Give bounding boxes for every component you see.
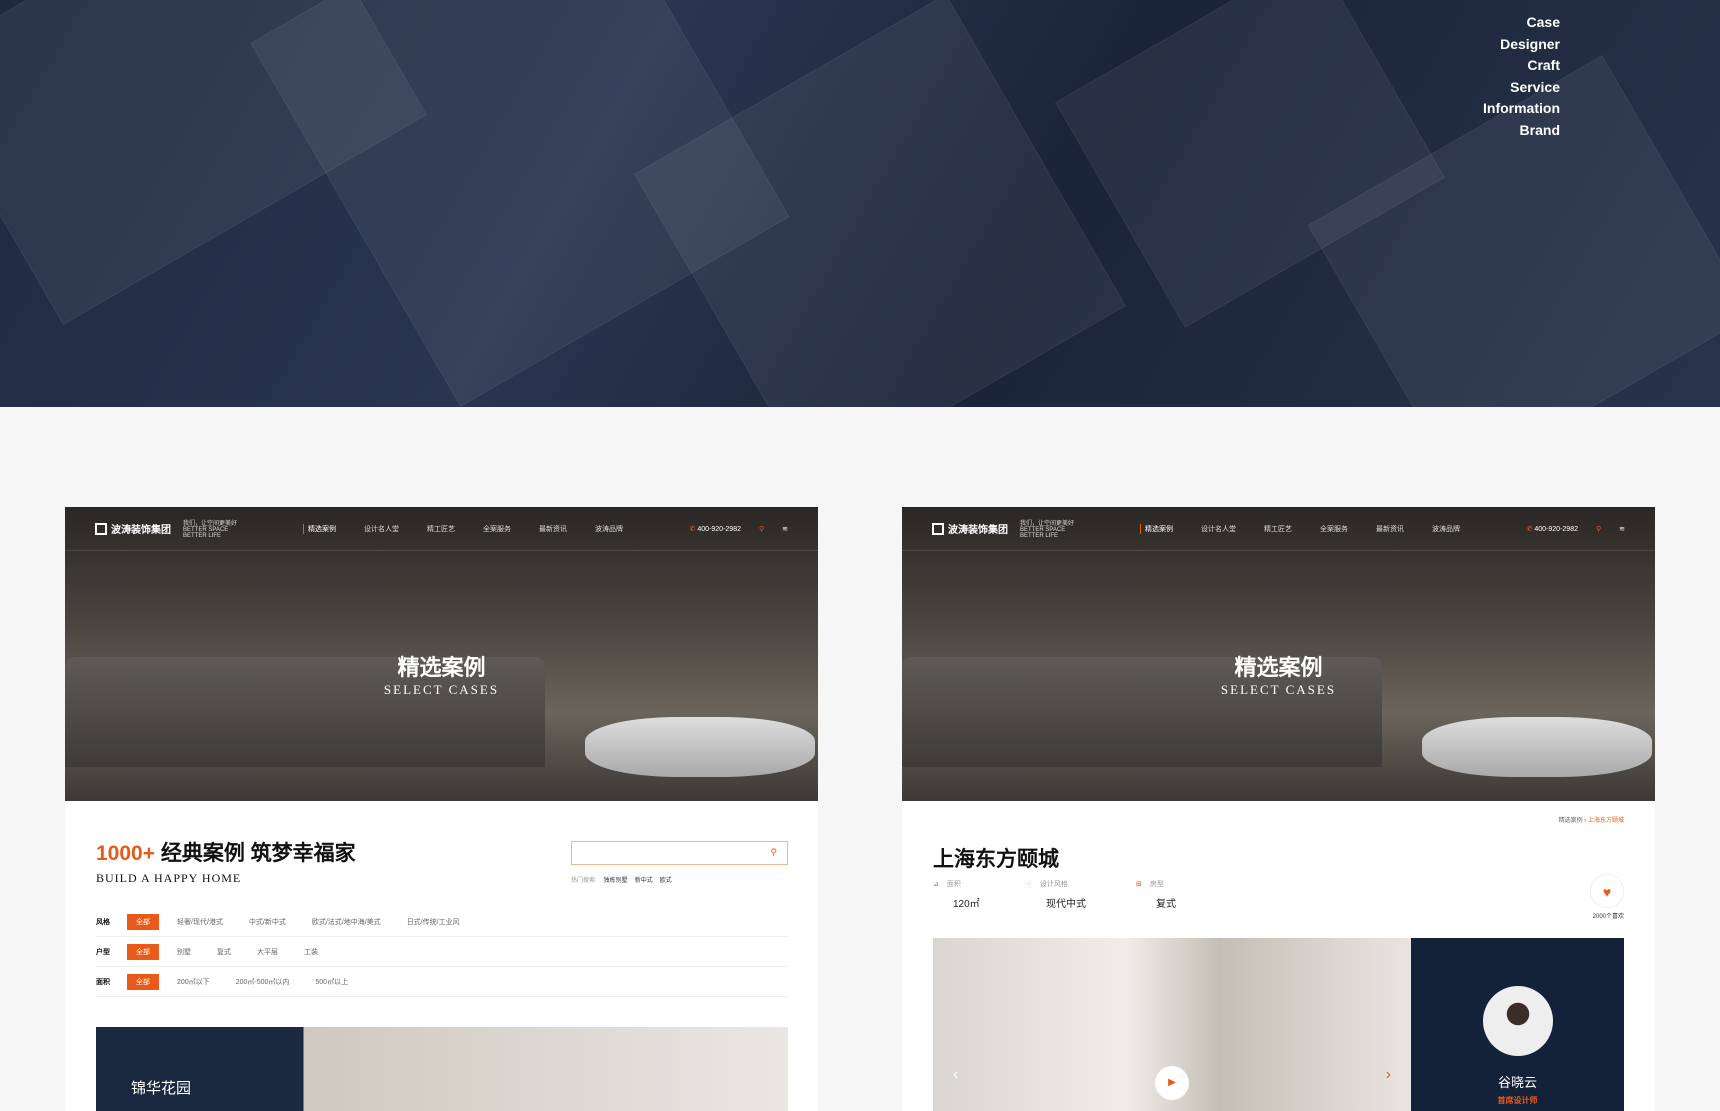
logo[interactable]: 波涛装饰集团 bbox=[95, 521, 171, 536]
filter-option[interactable]: 500㎡以上 bbox=[315, 977, 348, 987]
case-list-mockup: 精选案例 SELECT CASES 波涛装饰集团 我们，让空间更美好 BETTER… bbox=[65, 507, 818, 1111]
main-nav: 精选案例 设计名人堂 精工匠艺 全案服务 最新资讯 波涛品牌 bbox=[303, 523, 623, 534]
nav-item[interactable]: 精工匠艺 bbox=[427, 524, 455, 534]
menu-item[interactable]: Brand bbox=[1483, 120, 1560, 142]
style-icon: ⁘ bbox=[1026, 881, 1032, 888]
hot-tag[interactable]: 独栋别墅 bbox=[604, 875, 628, 884]
menu-item[interactable]: Information bbox=[1483, 98, 1560, 120]
filter-option[interactable]: 轻奢/现代/港式 bbox=[177, 917, 223, 927]
search-input[interactable]: ⚲ bbox=[571, 841, 788, 865]
nav-item[interactable]: 波涛品牌 bbox=[1432, 524, 1460, 534]
case-card[interactable]: 锦华花园 bbox=[96, 1027, 788, 1111]
designer-role: 首席设计师 bbox=[1497, 1096, 1538, 1105]
designer-panel: 谷晓云 首席设计师 bbox=[1411, 938, 1624, 1111]
hero-subtitle: SELECT CASES bbox=[383, 682, 500, 697]
logo[interactable]: 波涛装饰集团 bbox=[932, 521, 1008, 536]
phone-icon: ✆ bbox=[1526, 525, 1533, 533]
hot-tag[interactable]: 新中式 bbox=[635, 875, 653, 884]
nav-item[interactable]: 设计名人堂 bbox=[364, 524, 399, 534]
filter-option[interactable]: 200㎡以下 bbox=[177, 977, 210, 987]
search-icon[interactable]: ⚲ bbox=[770, 847, 777, 858]
filter-all[interactable]: 全部 bbox=[127, 913, 159, 930]
phone: ✆ 400-920-2982 bbox=[1526, 525, 1578, 533]
filter-option[interactable]: 复式 bbox=[217, 947, 231, 957]
phone-icon: ✆ bbox=[689, 525, 696, 533]
menu-item[interactable]: Case bbox=[1483, 12, 1560, 34]
case-name: 锦华花园 bbox=[131, 1080, 192, 1097]
search-icon[interactable]: ⚲ bbox=[759, 525, 764, 533]
menu-item[interactable]: Service bbox=[1483, 77, 1560, 99]
nav-item[interactable]: 精选案例 bbox=[1140, 523, 1173, 534]
site-header: 波涛装饰集团 我们，让空间更美好 BETTER SPACE BETTER LIFE… bbox=[65, 507, 818, 551]
hero-image: 精选案例 SELECT CASES bbox=[902, 507, 1655, 801]
chevron-right-icon[interactable]: › bbox=[1386, 1066, 1391, 1084]
menu-item[interactable]: Designer bbox=[1483, 34, 1560, 56]
hero-title: 精选案例 bbox=[1234, 655, 1323, 680]
headline-english: BUILD A HAPPY HOME bbox=[96, 871, 242, 885]
area-icon: ⊿ bbox=[933, 881, 939, 888]
filter-all[interactable]: 全部 bbox=[127, 973, 159, 990]
play-button[interactable]: ▶ bbox=[1155, 1066, 1189, 1100]
like-count: 2000个喜欢 bbox=[1592, 914, 1624, 920]
breadcrumb: 精选案例 › 上海东方颐城 bbox=[1558, 818, 1624, 824]
filter-layout: 户型 全部 别墅 复式 大平层 工装 bbox=[96, 937, 788, 967]
filter-option[interactable]: 欧式/法式/地中海/美式 bbox=[312, 917, 381, 927]
hero-image: 精选案例 SELECT CASES bbox=[65, 507, 818, 801]
hero-subtitle: SELECT CASES bbox=[1220, 682, 1337, 697]
designer-name: 谷晓云 bbox=[1497, 1075, 1537, 1090]
menu-icon[interactable]: ≋ bbox=[782, 525, 788, 533]
avatar[interactable] bbox=[1482, 986, 1553, 1056]
nav-item[interactable]: 波涛品牌 bbox=[595, 524, 623, 534]
menu-item[interactable]: Craft bbox=[1483, 55, 1560, 77]
gallery: ‹ ▶ › bbox=[933, 938, 1411, 1111]
filter-option[interactable]: 工装 bbox=[304, 947, 318, 957]
headline: 1000+ 经典案例 筑梦幸福家 bbox=[96, 842, 356, 865]
hot-searches: 热门搜索: 独栋别墅 新中式 欧式 bbox=[571, 875, 672, 884]
filter-area: 面积 全部 200㎡以下 200㎡-500㎡以内 500㎡以上 bbox=[96, 967, 788, 997]
filter-option[interactable]: 200㎡-500㎡以内 bbox=[236, 977, 290, 987]
filter-style: 风格 全部 轻奢/现代/港式 中式/新中式 欧式/法式/地中海/美式 日式/传统/工业风 bbox=[96, 907, 788, 937]
nav-item[interactable]: 最新资讯 bbox=[539, 524, 567, 534]
nav-item[interactable]: 全案服务 bbox=[1320, 524, 1348, 534]
nav-item[interactable]: 设计名人堂 bbox=[1201, 524, 1236, 534]
nav-item[interactable]: 精选案例 bbox=[303, 523, 336, 534]
main-nav: 精选案例 设计名人堂 精工匠艺 全案服务 最新资讯 波涛品牌 bbox=[1140, 523, 1460, 534]
phone: ✆ 400-920-2982 bbox=[689, 525, 741, 533]
meta-style: ⁘ 设计风格 现代中式 bbox=[1026, 881, 1086, 910]
filter-option[interactable]: 中式/新中式 bbox=[249, 917, 286, 927]
menu-icon[interactable]: ≋ bbox=[1619, 525, 1625, 533]
meta-layout: ⊞ 房型 复式 bbox=[1136, 881, 1176, 910]
floorplan-icon: ⊞ bbox=[1136, 881, 1142, 888]
heart-icon: ♥ bbox=[1602, 884, 1612, 900]
slogan: 我们，让空间更美好 BETTER SPACE BETTER LIFE bbox=[1020, 521, 1075, 539]
chevron-left-icon[interactable]: ‹ bbox=[953, 1066, 958, 1084]
nav-item[interactable]: 精工匠艺 bbox=[1264, 524, 1292, 534]
case-detail-mockup: 精选案例 SELECT CASES 波涛装饰集团 我们，让空间更美好 BETTER… bbox=[902, 507, 1655, 1111]
hero-title: 精选案例 bbox=[397, 655, 486, 680]
nav-item[interactable]: 最新资讯 bbox=[1376, 524, 1404, 534]
slogan: 我们，让空间更美好 BETTER SPACE BETTER LIFE bbox=[183, 521, 238, 539]
page-title: 上海东方颐城 bbox=[933, 848, 1059, 871]
nav-item[interactable]: 全案服务 bbox=[483, 524, 511, 534]
filter-option[interactable]: 别墅 bbox=[177, 947, 191, 957]
filter-option[interactable]: 日式/传统/工业风 bbox=[407, 917, 460, 927]
search-icon[interactable]: ⚲ bbox=[1596, 525, 1601, 533]
meta-area: ⊿ 面积 120㎡ bbox=[933, 881, 980, 910]
site-header: 波涛装饰集团 我们，让空间更美好 BETTER SPACE BETTER LIFE… bbox=[902, 507, 1655, 551]
like-button[interactable]: ♥ bbox=[1590, 874, 1624, 908]
showcase-menu: Case Designer Craft Service Information … bbox=[1483, 12, 1560, 141]
filter-all[interactable]: 全部 bbox=[127, 943, 159, 960]
filter-option[interactable]: 大平层 bbox=[257, 947, 278, 957]
showcase-banner: Case Designer Craft Service Information … bbox=[0, 0, 1720, 407]
hot-tag[interactable]: 欧式 bbox=[660, 875, 672, 884]
